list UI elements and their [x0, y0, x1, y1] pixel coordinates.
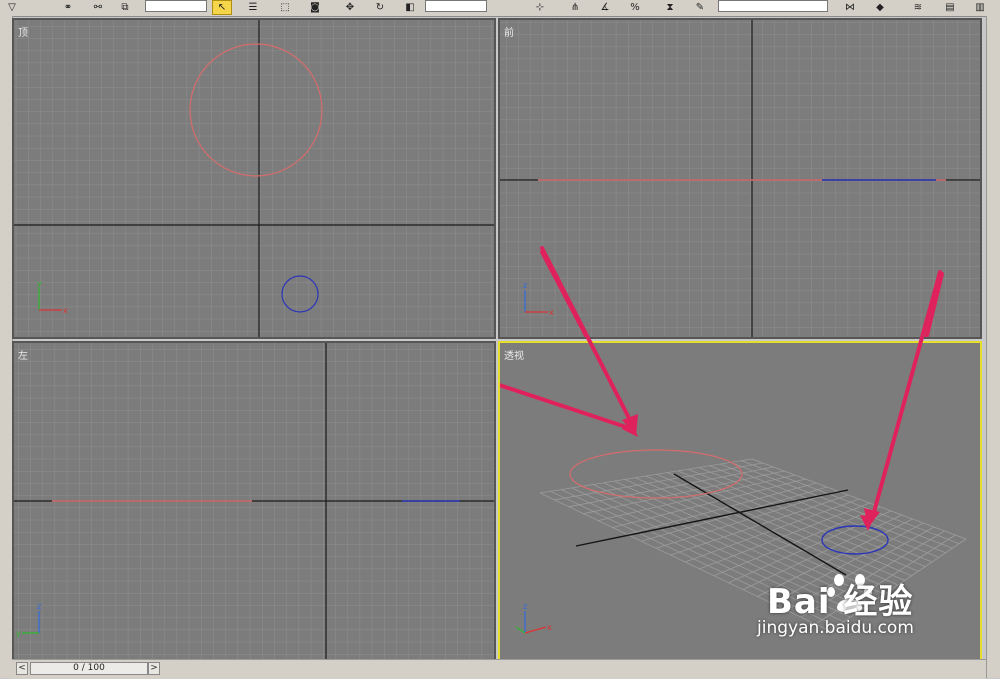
time-prev-button[interactable]: <: [16, 662, 28, 675]
time-next-button[interactable]: >: [148, 662, 160, 675]
watermark-url: jingyan.baidu.com: [757, 618, 914, 638]
arrow-right-annotation: [864, 270, 942, 528]
arrow-left-annotation: [540, 246, 638, 436]
baidu-jingyan-watermark: Bai 经验 jingyan.baidu.com: [745, 572, 950, 657]
time-slider[interactable]: 0 / 100: [30, 662, 148, 675]
time-slider-bar: < 0 / 100 >: [12, 659, 986, 679]
watermark-brand: Bai 经验: [767, 582, 914, 622]
